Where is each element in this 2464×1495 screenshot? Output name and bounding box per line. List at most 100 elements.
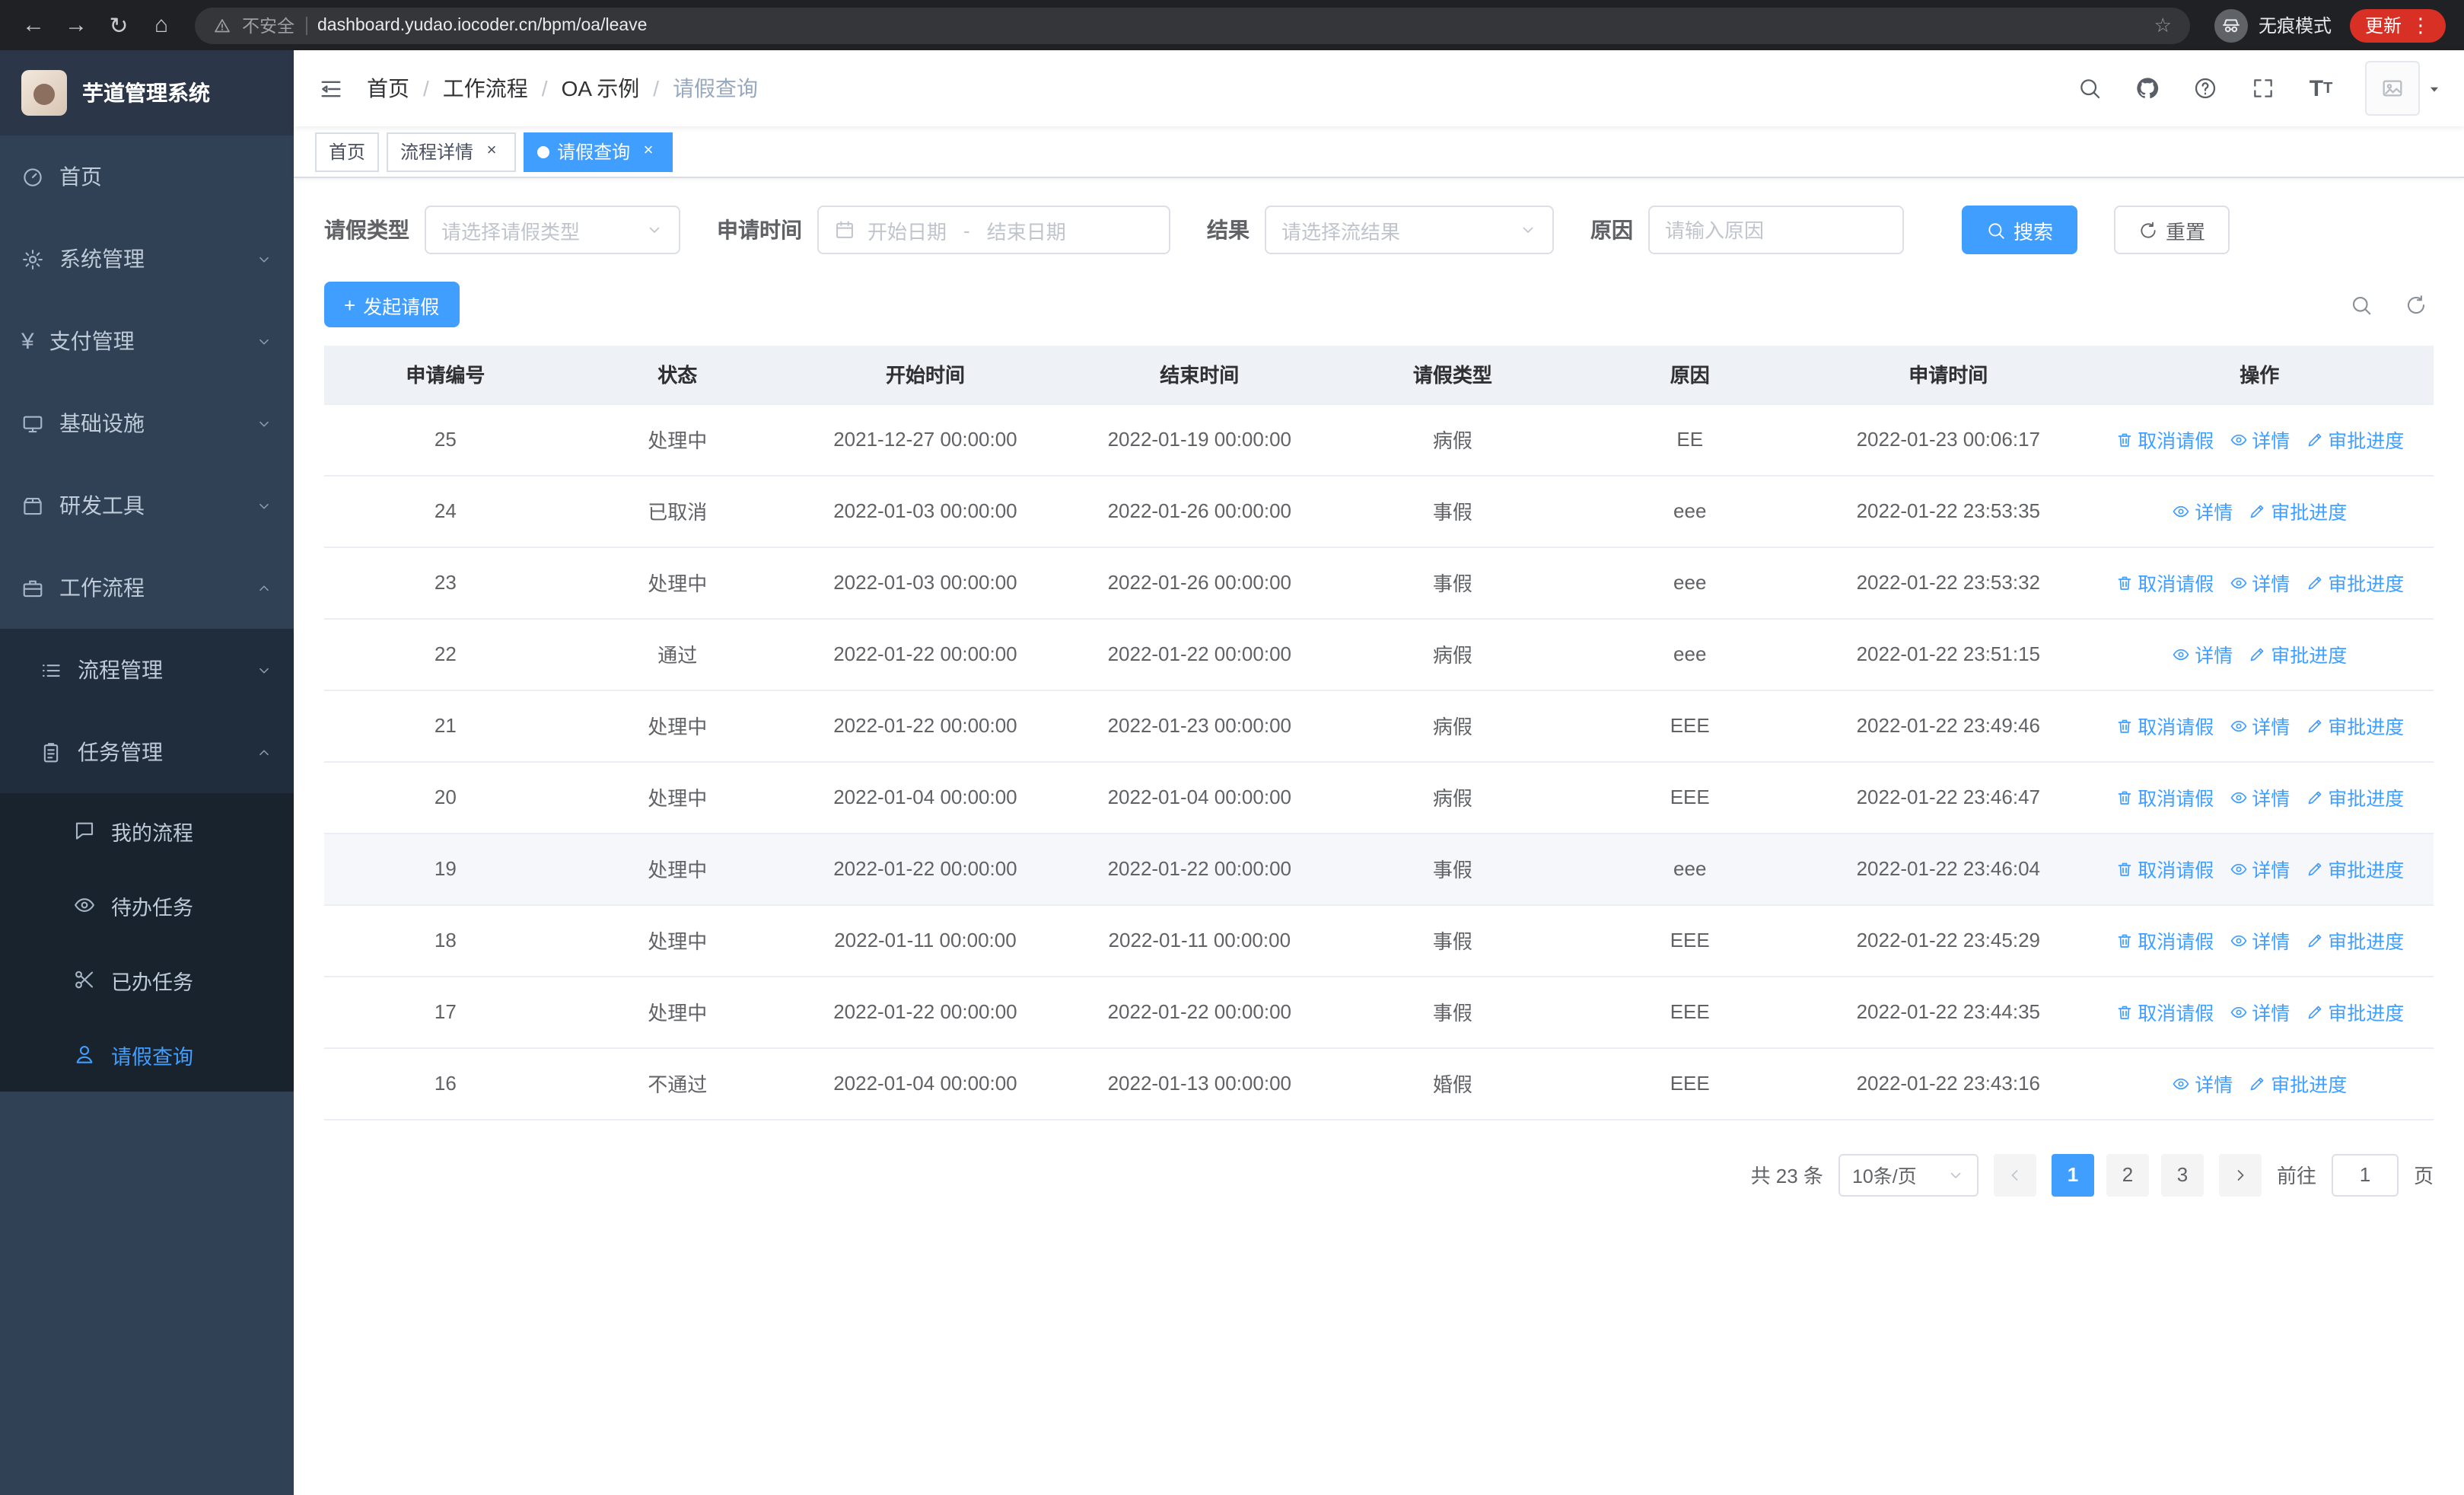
cell-end: 2022-01-23 00:00:00: [1062, 690, 1337, 762]
help-button[interactable]: [2182, 65, 2228, 111]
action-detail[interactable]: 详情: [2229, 997, 2290, 1026]
reset-button[interactable]: 重置: [2114, 206, 2230, 254]
cell-status: 已取消: [566, 475, 788, 547]
action-detail[interactable]: 详情: [2172, 496, 2233, 525]
sidebar-item-done-tasks[interactable]: 已办任务: [0, 942, 294, 1017]
action-detail[interactable]: 详情: [2229, 854, 2290, 883]
action-cancel[interactable]: 取消请假: [2115, 711, 2214, 740]
next-page-button[interactable]: [2218, 1153, 2262, 1196]
page-button-2[interactable]: 2: [2106, 1153, 2149, 1196]
action-detail[interactable]: 详情: [2229, 425, 2290, 454]
sidebar-item-workflow[interactable]: 工作流程: [0, 547, 294, 629]
cell-status: 处理中: [566, 833, 788, 905]
sidebar-item-my-process[interactable]: 我的流程: [0, 793, 294, 868]
action-cancel[interactable]: 取消请假: [2115, 425, 2214, 454]
github-link[interactable]: [2125, 65, 2170, 111]
action-progress[interactable]: 审批进度: [2248, 496, 2347, 525]
breadcrumb-item[interactable]: OA 示例: [562, 73, 640, 104]
action-label: 取消请假: [2138, 717, 2214, 738]
tab-leave-query[interactable]: 请假查询 ×: [524, 132, 673, 171]
page-size-select[interactable]: 10条/页: [1838, 1153, 1979, 1196]
cell-type: 事假: [1336, 833, 1569, 905]
reason-input[interactable]: [1648, 206, 1904, 254]
bookmark-star-icon[interactable]: ☆: [2154, 13, 2172, 37]
action-progress[interactable]: 审批进度: [2305, 926, 2404, 955]
action-progress[interactable]: 审批进度: [2305, 711, 2404, 740]
forward-icon[interactable]: →: [55, 4, 97, 46]
action-detail[interactable]: 详情: [2229, 568, 2290, 597]
prev-page-button[interactable]: [1993, 1153, 2036, 1196]
search-button[interactable]: 搜索: [1962, 206, 2078, 254]
result-select[interactable]: 请选择流结果: [1265, 206, 1554, 254]
sidebar-toggle-button[interactable]: [294, 50, 367, 126]
sidebar-item-task-management[interactable]: 任务管理: [0, 711, 294, 793]
create-leave-button[interactable]: + 发起请假: [324, 282, 460, 327]
page-button-3[interactable]: 3: [2160, 1153, 2204, 1196]
action-progress[interactable]: 审批进度: [2305, 997, 2404, 1026]
sidebar-item-label: 待办任务: [111, 896, 193, 919]
sidebar-item-system-management[interactable]: 系统管理: [0, 218, 294, 300]
user-avatar[interactable]: [2365, 61, 2443, 116]
browser-menu-icon[interactable]: ⋮: [2411, 13, 2431, 37]
action-detail[interactable]: 详情: [2229, 711, 2290, 740]
action-progress[interactable]: 审批进度: [2305, 568, 2404, 597]
sidebar-item-todo-tasks[interactable]: 待办任务: [0, 868, 294, 942]
edit-icon: [2248, 502, 2266, 520]
sidebar-item-payment-management[interactable]: ¥ 支付管理: [0, 300, 294, 382]
goto-page-input[interactable]: [2331, 1153, 2399, 1196]
action-cancel[interactable]: 取消请假: [2115, 854, 2214, 883]
yen-icon: ¥: [21, 328, 34, 354]
leave-type-select[interactable]: 请选择请假类型: [425, 206, 680, 254]
sidebar-item-leave-query[interactable]: 请假查询: [0, 1017, 294, 1092]
action-progress[interactable]: 审批进度: [2305, 854, 2404, 883]
tab-process-detail[interactable]: 流程详情 ×: [387, 132, 517, 171]
action-progress[interactable]: 审批进度: [2305, 783, 2404, 811]
eye-icon: [2229, 1003, 2247, 1021]
table-refresh-button[interactable]: [2397, 286, 2434, 323]
action-detail[interactable]: 详情: [2172, 1069, 2233, 1098]
breadcrumb-item[interactable]: 首页: [367, 73, 409, 104]
action-progress[interactable]: 审批进度: [2305, 425, 2404, 454]
chevron-down-icon: [1519, 221, 1537, 239]
apply-time-range-picker[interactable]: 开始日期 - 结束日期: [817, 206, 1170, 254]
chevron-down-icon: [256, 661, 272, 678]
action-detail[interactable]: 详情: [2229, 926, 2290, 955]
header-search-button[interactable]: [2067, 65, 2112, 111]
action-cancel[interactable]: 取消请假: [2115, 997, 2214, 1026]
page-button-1[interactable]: 1: [2051, 1153, 2094, 1196]
sidebar-item-process-management[interactable]: 流程管理: [0, 629, 294, 711]
table-body: 25 处理中 2021-12-27 00:00:00 2022-01-19 00:00…: [324, 403, 2434, 1120]
action-cancel[interactable]: 取消请假: [2115, 926, 2214, 955]
tab-close-icon[interactable]: ×: [481, 141, 502, 162]
home-icon[interactable]: ⌂: [140, 4, 183, 46]
cell-start: 2022-01-11 00:00:00: [788, 904, 1063, 977]
result-placeholder: 请选择流结果: [1281, 220, 1401, 243]
action-progress[interactable]: 审批进度: [2248, 1069, 2347, 1098]
font-size-button[interactable]: TT: [2298, 65, 2344, 111]
action-cancel[interactable]: 取消请假: [2115, 783, 2214, 811]
table-search-button[interactable]: [2342, 286, 2379, 323]
table-row: 24 已取消 2022-01-03 00:00:00 2022-01-26 00:00…: [324, 475, 2434, 547]
sidebar-item-dev-tools[interactable]: 研发工具: [0, 464, 294, 547]
sidebar-item-home[interactable]: 首页: [0, 135, 294, 218]
address-bar[interactable]: 不安全 dashboard.yudao.iocoder.cn/bpm/oa/le…: [195, 7, 2190, 43]
tab-home[interactable]: 首页: [315, 132, 380, 171]
back-icon[interactable]: ←: [12, 4, 55, 46]
sidebar-item-label: 支付管理: [49, 329, 135, 353]
action-detail[interactable]: 详情: [2229, 783, 2290, 811]
update-button[interactable]: 更新 ⋮: [2349, 8, 2446, 42]
logo[interactable]: 芋道管理系统: [0, 50, 294, 135]
sidebar-item-infrastructure[interactable]: 基础设施: [0, 382, 294, 464]
reload-icon[interactable]: ↻: [97, 4, 140, 46]
tab-close-icon[interactable]: ×: [638, 141, 659, 162]
cell-start: 2022-01-03 00:00:00: [788, 547, 1063, 619]
action-cancel[interactable]: 取消请假: [2115, 568, 2214, 597]
fullscreen-button[interactable]: [2240, 65, 2286, 111]
breadcrumb-item[interactable]: 工作流程: [443, 73, 528, 104]
action-progress[interactable]: 审批进度: [2248, 639, 2347, 668]
action-detail[interactable]: 详情: [2172, 639, 2233, 668]
sidebar-item-label: 系统管理: [59, 247, 145, 271]
question-icon: [2193, 76, 2217, 100]
action-label: 取消请假: [2138, 431, 2214, 452]
refresh-icon: [2404, 293, 2427, 316]
